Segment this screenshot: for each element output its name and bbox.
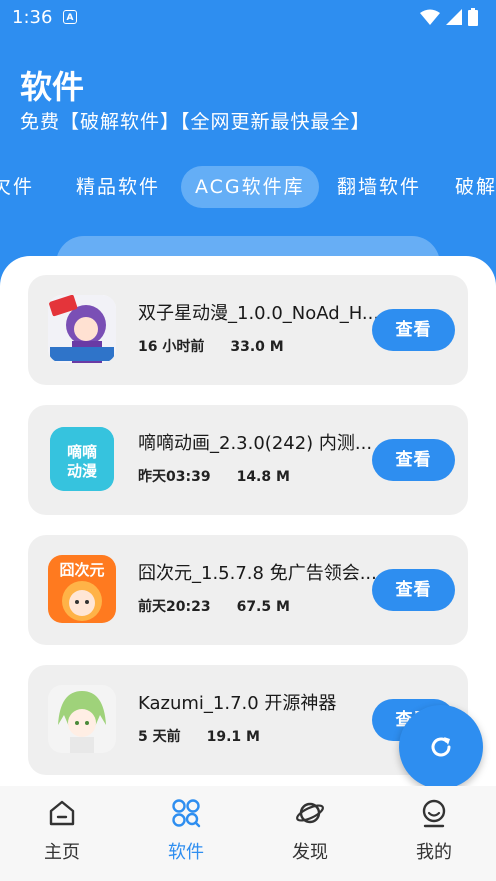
app-icon: 囧次元 (48, 555, 116, 623)
app-name: 囧次元_1.5.7.8 免广告领会... (138, 563, 377, 584)
app-updated-time: 16 小时前 (138, 339, 205, 355)
app-size: 33.0 M (230, 339, 284, 355)
nav-item-profile[interactable]: 我的 (372, 786, 496, 881)
app-size: 19.1 M (206, 729, 260, 745)
nav-item-home[interactable]: 主页 (0, 786, 124, 881)
notification-badge-icon: A (63, 10, 77, 24)
app-meta: 16 小时前 33.0 M (138, 336, 284, 356)
home-icon (49, 800, 75, 826)
app-name: 嘀嘀动画_2.3.0(242) 内测... (138, 433, 373, 454)
app-name: 双子星动漫_1.0.0_NoAd_H... (138, 303, 380, 324)
refresh-icon (431, 737, 451, 757)
app-list-sheet: 双子星动漫_1.0.0_NoAd_H... 16 小时前 33.0 M 查看 嘀嘀… (0, 256, 496, 786)
list-item[interactable]: 囧次元 囧次元_1.5.7.8 免广告领会... 前天20:23 67.5 M 查… (28, 535, 468, 645)
tab-premium-software[interactable]: 精品软件 (76, 166, 160, 208)
nav-item-software[interactable]: 软件 (124, 786, 248, 881)
svg-text:嘀嘀: 嘀嘀 (67, 443, 97, 461)
view-button[interactable]: 查看 (372, 439, 455, 481)
status-bar: 1:36 A (0, 0, 496, 34)
tab-software[interactable]: 欠件 (0, 166, 34, 208)
bottom-navigation: 主页 软件 发现 我的 (0, 786, 496, 881)
app-meta: 5 天前 19.1 M (138, 726, 260, 746)
nav-label: 主页 (44, 842, 80, 863)
svg-text:囧次元: 囧次元 (59, 561, 104, 579)
tab-acg-software[interactable]: ACG软件库 (181, 166, 319, 208)
app-meta: 昨天03:39 14.8 M (138, 466, 290, 486)
app-size: 67.5 M (236, 599, 290, 615)
app-updated-time: 昨天03:39 (138, 469, 211, 485)
apps-grid-icon (172, 799, 201, 828)
nav-label: 我的 (416, 842, 452, 863)
view-button[interactable]: 查看 (372, 309, 455, 351)
refresh-button[interactable] (399, 705, 483, 789)
app-size: 14.8 M (236, 469, 290, 485)
nav-label: 软件 (168, 842, 204, 863)
battery-icon (468, 8, 478, 26)
wifi-icon (420, 9, 440, 25)
view-button[interactable]: 查看 (372, 569, 455, 611)
app-name: Kazumi_1.7.0 开源神器 (138, 693, 337, 714)
app-icon (48, 685, 116, 753)
svg-text:动漫: 动漫 (67, 462, 98, 480)
cellular-signal-icon (446, 9, 462, 25)
app-updated-time: 前天20:23 (138, 599, 211, 615)
tab-vpn-software[interactable]: 翻墙软件 (337, 166, 421, 208)
page-subtitle: 免费【破解软件】【全网更新最快最全】 (20, 111, 371, 133)
planet-icon (296, 802, 324, 824)
app-meta: 前天20:23 67.5 M (138, 596, 290, 616)
list-item[interactable]: 双子星动漫_1.0.0_NoAd_H... 16 小时前 33.0 M 查看 (28, 275, 468, 385)
list-item[interactable]: 嘀嘀 动漫 嘀嘀动画_2.3.0(242) 内测... 昨天03:39 14.8 … (28, 405, 468, 515)
app-updated-time: 5 天前 (138, 729, 181, 745)
smiley-icon (422, 799, 446, 828)
tab-cracked-software[interactable]: 破解 (455, 166, 496, 208)
nav-label: 发现 (292, 842, 328, 863)
page-title: 软件 (20, 68, 85, 106)
status-icons (420, 8, 478, 26)
app-icon (48, 295, 116, 363)
status-time: 1:36 (12, 7, 53, 28)
nav-item-discover[interactable]: 发现 (248, 786, 372, 881)
category-tabs: 欠件 精品软件 ACG软件库 翻墙软件 破解 (0, 166, 496, 210)
app-icon: 嘀嘀 动漫 (50, 427, 114, 491)
